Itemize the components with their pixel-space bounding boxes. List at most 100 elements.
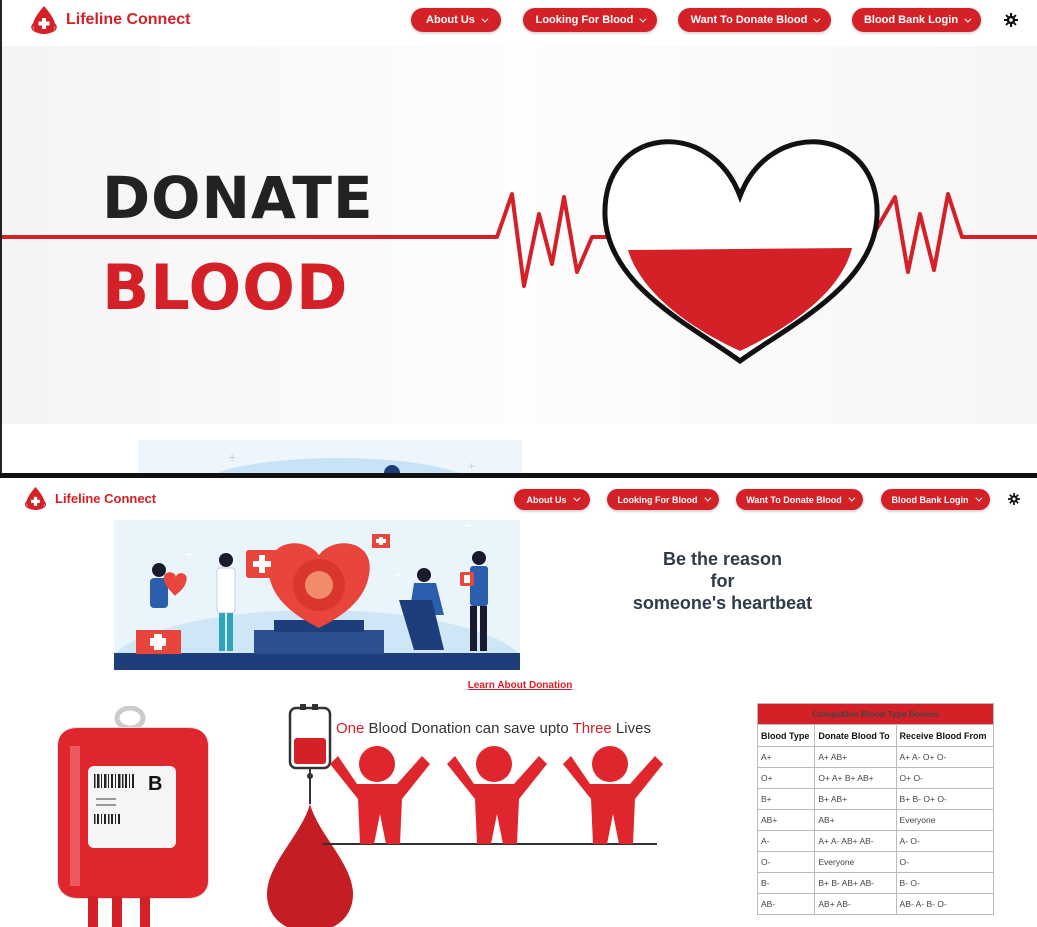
table-cell: A- [756, 830, 816, 852]
navbar: Lifeline Connect About Us Looking For Bl… [2, 0, 1037, 44]
illustration-preview: + + + [138, 440, 522, 473]
heartbeat-heart-graphic [2, 139, 1037, 365]
brand-logo[interactable]: Lifeline Connect [30, 5, 190, 35]
tagline-line: for [710, 571, 735, 591]
nav-about-us[interactable]: About Us [514, 489, 590, 510]
nav-label: About Us [426, 14, 475, 26]
table-cell: AB+ [814, 809, 897, 831]
table-row: AB- AB+ AB- AB- A- B- O- [756, 893, 995, 915]
column-header: Donate Blood To [814, 724, 897, 747]
nav-label: About Us [526, 494, 567, 505]
tagline-line: someone's heartbeat [632, 593, 813, 613]
nav-about-us[interactable]: About Us [411, 8, 501, 32]
nav-label: Looking For Blood [617, 494, 698, 505]
table-cell: B- [756, 872, 816, 894]
chevron-down-icon [639, 15, 647, 23]
table-cell: A+ [756, 746, 816, 768]
table-cell: A+ AB+ [814, 746, 897, 768]
chevron-down-icon [848, 494, 856, 502]
table-cell: B+ [756, 788, 816, 810]
nav-label: Want To Donate Blood [746, 494, 842, 505]
blood-bag-graphic: B [57, 706, 209, 927]
tagline-line: Be the reason [662, 549, 783, 569]
table-cell: B+ B- O+ O- [895, 788, 995, 810]
donation-saves-lives-graphic [267, 704, 663, 927]
chevron-down-icon [481, 15, 489, 23]
nav-label: Blood Bank Login [863, 14, 959, 26]
table-row: AB+ AB+ Everyone [756, 809, 995, 831]
save-three: Three [572, 720, 612, 737]
table-cell: O- [756, 851, 816, 873]
save-one: One [336, 720, 365, 737]
chevron-down-icon [572, 494, 580, 502]
column-header: Receive Blood From [895, 724, 995, 747]
blood-drop-logo-icon [24, 487, 47, 510]
chevron-down-icon [974, 494, 982, 502]
brand-logo[interactable]: Lifeline Connect [24, 486, 156, 511]
hero-banner: DONATE BLOOD [2, 46, 1037, 424]
save-end: Lives [611, 720, 651, 737]
screenshot-bottom: Lifeline Connect About Us Looking For Bl… [0, 478, 1037, 927]
illustration-preview-graphic: + + + [216, 449, 475, 473]
save-middle: Blood Donation can save upto [364, 720, 573, 737]
gear-icon[interactable] [1004, 13, 1018, 27]
navbar: Lifeline Connect About Us Looking For Bl… [0, 478, 1037, 518]
nav-label: Looking For Blood [535, 14, 634, 26]
table-cell: O+ O- [895, 767, 995, 789]
table-cell: O+ [756, 767, 816, 789]
brand-name: Lifeline Connect [55, 491, 157, 506]
brand-name: Lifeline Connect [66, 11, 191, 28]
svg-text:+: + [228, 449, 236, 465]
nav-blood-bank-login[interactable]: Blood Bank Login [881, 489, 990, 510]
table-header-row: Blood Type Donate Blood To Receive Blood… [756, 724, 995, 747]
svg-text:+: + [394, 567, 402, 583]
column-header: Blood Type [756, 724, 816, 747]
table-row: B- B+ B- AB+ AB- B- O- [756, 872, 995, 894]
table-cell: O+ A+ B+ AB+ [814, 767, 897, 789]
donation-illustration: + + + [114, 520, 520, 670]
table-row: A- A+ A- AB+ AB- A- O- [756, 830, 995, 852]
hero-line-donate: DONATE [102, 164, 374, 232]
compatibility-body: A+ A+ AB+ A+ A- O+ O- O+ O+ A+ B+ AB+ O+ O- B+… [756, 746, 995, 915]
table-cell: AB+ [756, 809, 816, 831]
table-cell: B+ AB+ [814, 788, 897, 810]
table-cell: AB- A- B- O- [895, 893, 995, 915]
svg-text:+: + [468, 459, 475, 473]
save-lives-caption: One Blood Donation can save upto Three L… [336, 720, 651, 737]
nav-label: Want To Donate Blood [690, 14, 808, 26]
blood-drop-logo-icon [31, 6, 57, 34]
table-cell: A- O- [895, 830, 995, 852]
chevron-down-icon [703, 494, 711, 502]
nav-want-to-donate[interactable]: Want To Donate Blood [678, 8, 831, 32]
table-cell: B+ B- AB+ AB- [814, 872, 897, 894]
screenshot-top: Lifeline Connect About Us Looking For Bl… [0, 0, 1037, 473]
nav-blood-bank-login[interactable]: Blood Bank Login [852, 8, 981, 32]
nav-want-to-donate[interactable]: Want To Donate Blood [736, 489, 863, 510]
table-cell: Everyone [895, 809, 995, 831]
hero-line-blood: BLOOD [102, 251, 349, 324]
table-cell: O- [895, 851, 995, 873]
nav-label: Blood Bank Login [891, 494, 969, 505]
learn-about-donation-link[interactable]: Learn About Donation [400, 680, 640, 691]
blood-bag-label: B [148, 773, 162, 795]
tagline: Be the reason for someone's heartbeat [580, 548, 865, 614]
table-row: B+ B+ AB+ B+ B- O+ O- [756, 788, 995, 810]
gear-icon[interactable] [1008, 493, 1020, 505]
table-cell: Everyone [814, 851, 897, 873]
compatibility-table: Compatible Blood Type Donors Blood Type … [756, 703, 995, 915]
table-cell: AB+ AB- [814, 893, 897, 915]
nav-looking-for-blood[interactable]: Looking For Blood [607, 489, 719, 510]
compatibility-title: Compatible Blood Type Donors [757, 703, 994, 725]
chevron-down-icon [964, 15, 972, 23]
svg-text:+: + [464, 520, 472, 533]
table-row: A+ A+ AB+ A+ A- O+ O- [756, 746, 995, 768]
table-cell: B- O- [895, 872, 995, 894]
table-row: O+ O+ A+ B+ AB+ O+ O- [756, 767, 995, 789]
table-cell: A+ A- AB+ AB- [814, 830, 897, 852]
table-row: O- Everyone O- [756, 851, 995, 873]
svg-text:+: + [184, 547, 193, 564]
chevron-down-icon [813, 15, 821, 23]
nav-looking-for-blood[interactable]: Looking For Blood [523, 8, 657, 32]
table-cell: AB- [756, 893, 816, 915]
donation-illustration-graphic: + + + [114, 520, 520, 670]
